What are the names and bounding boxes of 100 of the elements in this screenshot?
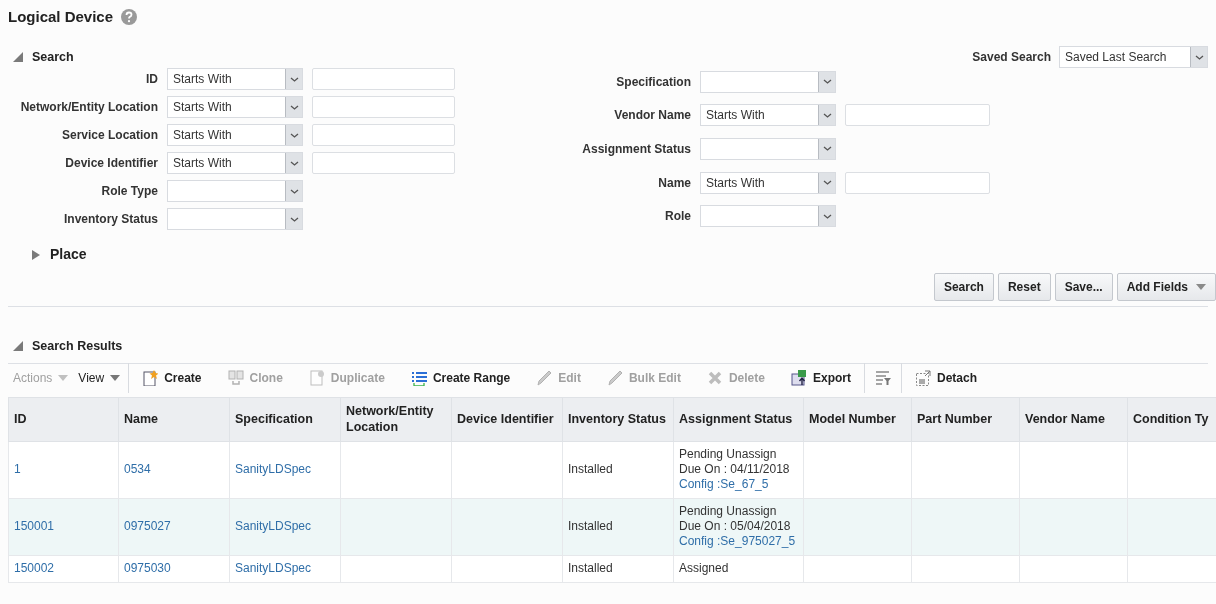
toolbar-button[interactable]: Detach: [902, 365, 990, 392]
text-field[interactable]: [845, 104, 990, 127]
form-button[interactable]: Save...: [1054, 273, 1113, 301]
id-link[interactable]: 150002: [14, 561, 55, 576]
text-field[interactable]: [312, 68, 455, 90]
text-field[interactable]: [845, 171, 990, 194]
text-field[interactable]: [312, 96, 455, 118]
field-label: Device Identifier: [64, 155, 158, 172]
x-icon: [706, 370, 723, 387]
detach-icon: [915, 370, 931, 387]
column-header: Vendor Name: [1019, 397, 1128, 442]
status-text: Pending Unassign: [679, 447, 777, 462]
chevron-down-icon: [822, 79, 832, 85]
chevron-down-icon: [289, 104, 299, 110]
pencil-icon: [536, 370, 553, 387]
field-label: Assignment Status: [581, 141, 691, 158]
specification-link[interactable]: SanityLDSpec: [235, 462, 312, 477]
place-heading: Place: [50, 245, 87, 264]
operator-dropdown[interactable]: Starts With: [167, 96, 303, 118]
column-header: Assignment Status: [673, 397, 804, 442]
dropdown-field[interactable]: [700, 70, 836, 93]
table-row[interactable]: 150001 0975027 SanityLDSpec Installed Pending Unassign Due On : 05/04/2018 Config :Se_975027_5: [8, 498, 1216, 556]
name-link[interactable]: 0534: [124, 462, 151, 477]
field-label: Specification: [615, 73, 691, 91]
page-icon: [308, 370, 325, 387]
spreadsheet-export-icon: [790, 370, 807, 387]
caret-icon: [110, 374, 121, 383]
form-button[interactable]: Reset: [997, 273, 1051, 301]
chevron-down-icon: [289, 216, 299, 222]
field-label: ID: [145, 71, 158, 88]
id-link[interactable]: 150001: [14, 519, 55, 534]
new-page-icon: [142, 370, 159, 387]
dropdown-field[interactable]: [700, 205, 836, 228]
column-header: Condition Ty: [1127, 397, 1216, 442]
table-cell: Installed: [568, 462, 613, 477]
toolbar-button[interactable]: Create Range: [397, 365, 524, 392]
column-header: Model Number: [803, 397, 912, 442]
toolbar-button[interactable]: Create: [129, 365, 215, 392]
operator-dropdown[interactable]: Starts With: [167, 152, 303, 174]
caret-icon: [58, 374, 69, 383]
operator-dropdown[interactable]: Starts With: [167, 124, 303, 146]
chevron-down-icon: [822, 146, 832, 152]
chevron-down-icon: [289, 160, 299, 166]
field-label: Service Location: [60, 127, 158, 144]
operator-dropdown[interactable]: Starts With: [167, 68, 303, 90]
menu-button[interactable]: View: [73, 365, 129, 392]
copy-icon: [227, 370, 244, 387]
text-field[interactable]: [312, 124, 455, 146]
operator-dropdown[interactable]: Starts With: [700, 171, 836, 194]
config-link[interactable]: Config :Se_67_5: [679, 477, 769, 492]
collapse-triangle-icon[interactable]: [12, 51, 24, 63]
table-cell: Installed: [568, 519, 613, 534]
table-row[interactable]: 1 0534 SanityLDSpec Installed Pending Unassign Due On : 04/11/2018 Config :Se_67_5: [8, 441, 1216, 499]
list-icon: [410, 370, 427, 387]
section-heading: Search Results: [32, 338, 123, 355]
field-label: Network/Entity Location: [19, 99, 158, 116]
config-link[interactable]: Config :Se_975027_5: [679, 534, 796, 549]
field-label: Role: [664, 208, 691, 226]
form-button[interactable]: Search: [933, 273, 994, 301]
status-text: Pending Unassign: [679, 504, 777, 519]
status-text: Due On : 05/04/2018: [679, 519, 791, 534]
specification-link[interactable]: SanityLDSpec: [235, 519, 312, 534]
column-header: ID: [8, 397, 119, 442]
field-label: Name: [657, 174, 691, 192]
column-header: Network/Entity Location: [340, 397, 452, 442]
id-link[interactable]: 1: [14, 462, 21, 477]
collapse-triangle-icon[interactable]: [12, 340, 24, 353]
expand-triangle-icon[interactable]: [30, 248, 42, 261]
chevron-down-icon: [1194, 54, 1204, 60]
chevron-down-icon: [822, 213, 832, 219]
text-field[interactable]: [312, 152, 455, 174]
filter-icon[interactable]: [875, 370, 891, 387]
column-header: Inventory Status: [562, 397, 674, 442]
field-label: Inventory Status: [62, 211, 158, 228]
dropdown-field[interactable]: [700, 138, 836, 160]
add-fields-menu-button[interactable]: Add Fields: [1116, 273, 1216, 301]
pencil-icon: [606, 370, 623, 387]
operator-dropdown[interactable]: Starts With: [700, 104, 836, 127]
field-label: Vendor Name: [613, 107, 691, 125]
saved-search-label: Saved Search: [972, 49, 1051, 66]
name-link[interactable]: 0975027: [124, 519, 171, 534]
dropdown-field[interactable]: [167, 180, 303, 202]
saved-search-dropdown[interactable]: Saved Last Search: [1059, 46, 1208, 68]
chevron-down-icon: [289, 76, 299, 82]
toolbar-button[interactable]: Export: [777, 365, 864, 392]
status-text: Due On : 04/11/2018: [679, 462, 790, 477]
section-heading: Search: [32, 48, 74, 66]
status-text: Assigned: [679, 561, 729, 576]
field-label: Role Type: [100, 183, 158, 200]
table-cell: Installed: [568, 561, 613, 576]
column-header: Device Identifier: [451, 397, 563, 442]
chevron-down-icon: [822, 180, 832, 186]
column-header: Name: [118, 397, 230, 442]
chevron-down-icon: [822, 112, 832, 118]
column-header: Part Number: [911, 397, 1020, 442]
table-row[interactable]: 150002 0975030 SanityLDSpec Installed Assigned: [8, 555, 1216, 583]
help-icon: [121, 9, 138, 25]
chevron-down-icon: [289, 188, 299, 194]
dropdown-field[interactable]: [167, 208, 303, 230]
page-title: Logical Device: [8, 8, 114, 26]
